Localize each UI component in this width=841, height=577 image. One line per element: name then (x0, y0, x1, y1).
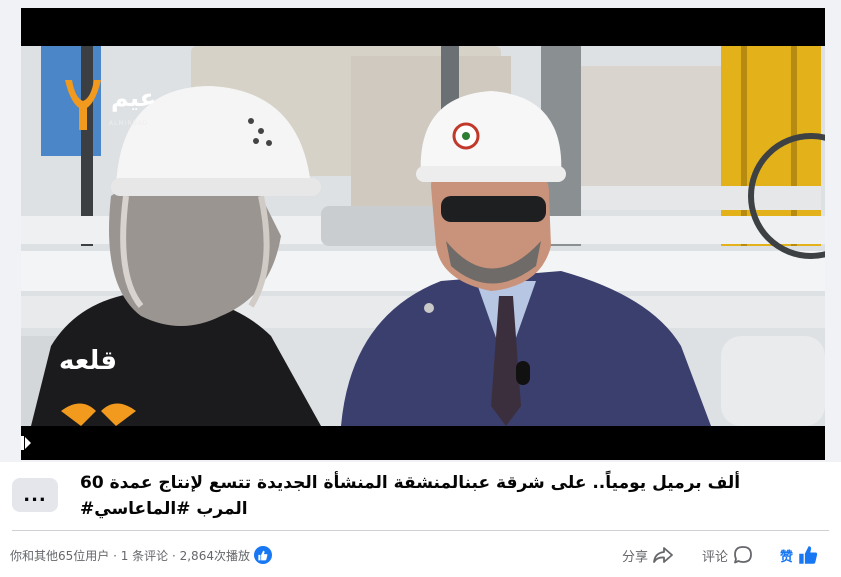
caption-line-2[interactable]: #المرب #الماعاسي (80, 496, 770, 522)
video-player[interactable]: عيم ALMIRBAD قلعه (0, 0, 841, 462)
like-button[interactable]: 赞 (780, 542, 819, 568)
video-controls-bar[interactable] (21, 426, 825, 460)
channel-logo: عيم ALMIRBAD (61, 76, 161, 136)
logo-subtext: ALMIRBAD (109, 120, 149, 127)
jacket-lettering: قلعه (59, 346, 118, 376)
comment-label: 评论 (702, 549, 729, 565)
playback-position-icon[interactable] (21, 436, 31, 450)
comment-button[interactable]: 评论 (702, 542, 754, 568)
facebook-video-post: عيم ALMIRBAD قلعه ... 60 ألف برميل يوميا… (0, 0, 841, 577)
logo-mark-icon (65, 80, 101, 130)
share-icon (652, 544, 674, 566)
post-caption: 60 ألف برميل يومياً.. على شرقة عبنالمنشق… (80, 470, 770, 522)
divider (12, 530, 829, 531)
video-scene: عيم ALMIRBAD قلعه (21, 46, 825, 426)
more-options-button[interactable]: ... (12, 478, 58, 512)
share-button[interactable]: 分享 (622, 542, 674, 568)
video-frame[interactable]: عيم ALMIRBAD قلعه (21, 8, 825, 460)
caption-line-1: 60 ألف برميل يومياً.. على شرقة عبنالمنشق… (80, 473, 741, 493)
stats-text[interactable]: 你和其他65位用户 · 1 条评论 · 2,864次播放 (10, 547, 250, 564)
share-label: 分享 (622, 549, 649, 565)
like-label: 赞 (780, 549, 794, 565)
thumbs-up-icon (797, 544, 819, 566)
more-options-label: ... (23, 484, 47, 506)
engagement-stats[interactable]: 你和其他65位用户 · 1 条评论 · 2,864次播放 (10, 546, 272, 564)
comment-icon (732, 544, 754, 566)
like-reaction-icon (253, 546, 272, 564)
logo-text: عيم (111, 84, 157, 112)
